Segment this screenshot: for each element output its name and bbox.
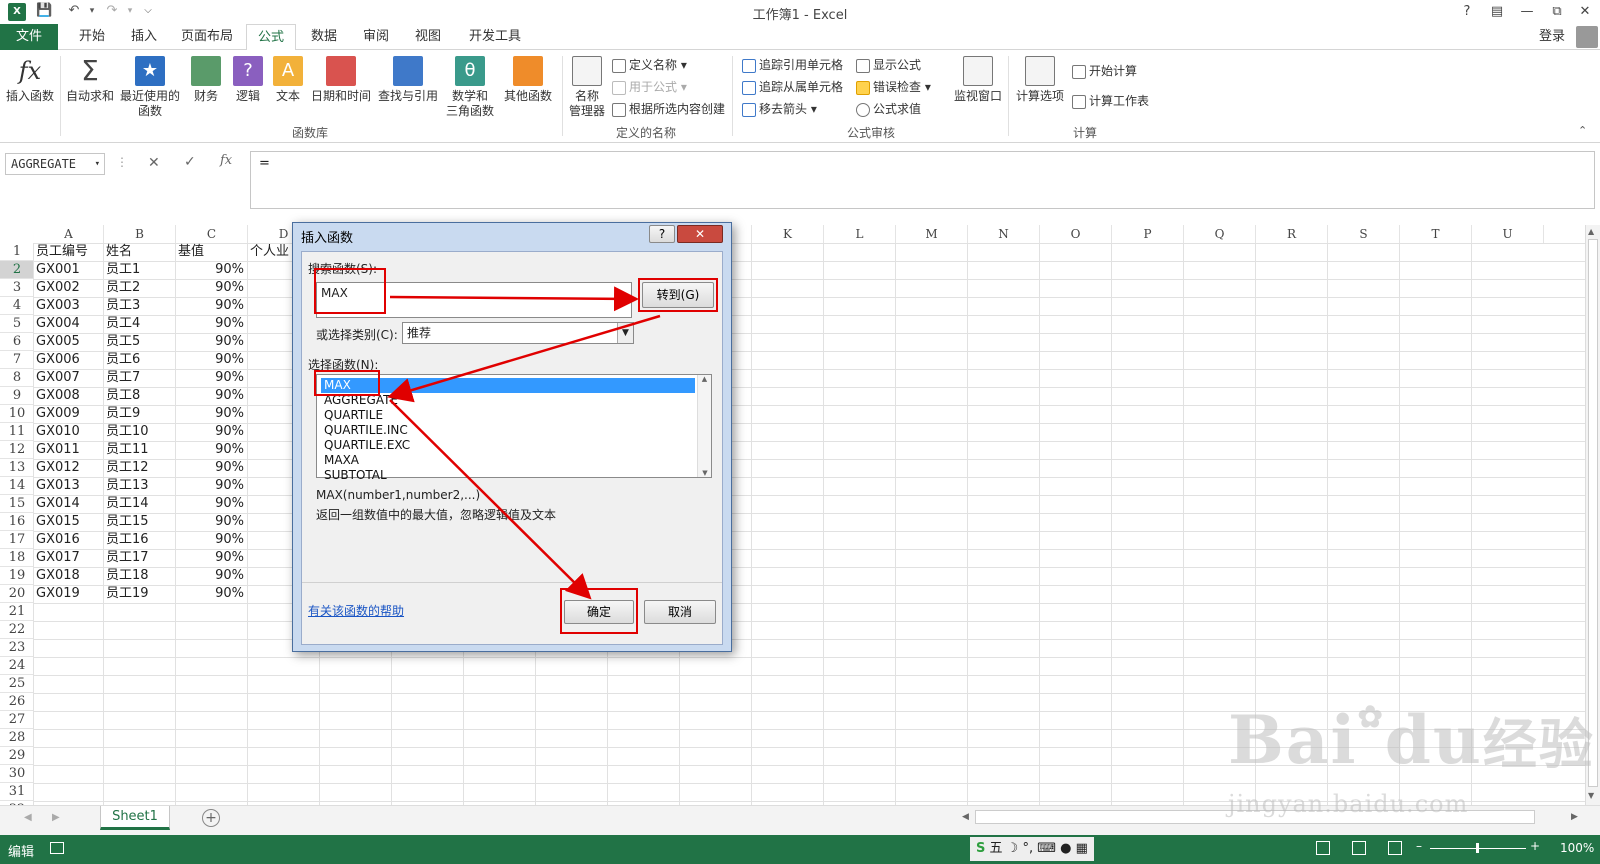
arrow-search-to-goto: [389, 286, 639, 312]
annotation-arrows: [387, 286, 661, 600]
arrow-goto-to-max: [387, 314, 661, 403]
arrow-max-to-ok: [389, 399, 592, 600]
